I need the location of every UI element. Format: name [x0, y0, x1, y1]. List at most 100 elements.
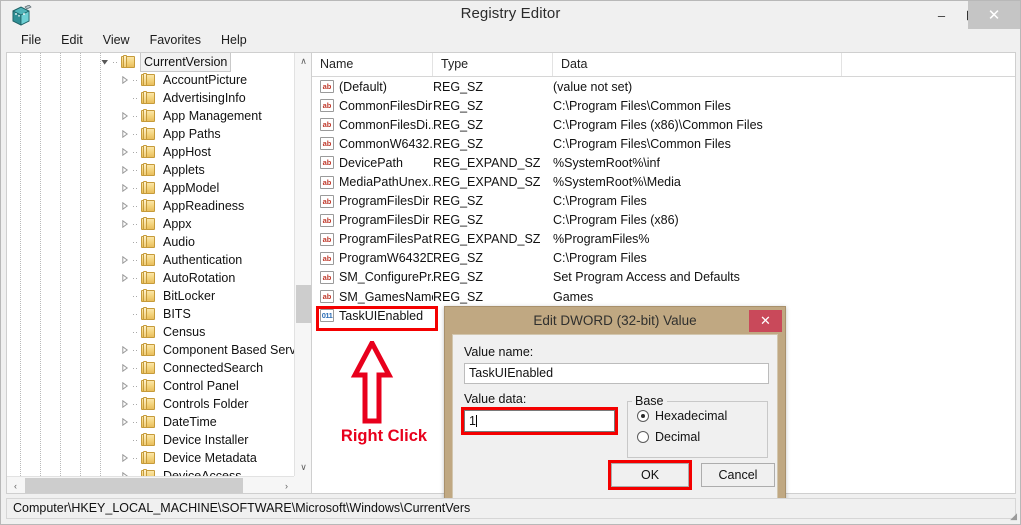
expander-collapsed-icon[interactable] [120, 377, 130, 395]
expander-collapsed-icon[interactable] [120, 125, 130, 143]
tree-item-control-panel[interactable]: ·· Control Panel [7, 377, 295, 395]
tree-scroll-thumb[interactable] [296, 285, 311, 323]
menu-favorites[interactable]: Favorites [140, 31, 211, 49]
folder-icon [140, 235, 157, 249]
expander-collapsed-icon[interactable] [120, 161, 130, 179]
table-row[interactable]: ab (Default) REG_SZ (value not set) [312, 77, 1015, 96]
table-row[interactable]: ab ProgramFilesDir ... REG_SZ C:\Program Fi… [312, 211, 1015, 230]
tree-hscroll-thumb[interactable] [25, 478, 243, 493]
expander-collapsed-icon[interactable] [120, 179, 130, 197]
tree-connector: ·· [132, 453, 138, 463]
resize-grip-icon[interactable]: ◢ [1005, 510, 1017, 522]
tree-item-connectedsearch[interactable]: ·· ConnectedSearch [7, 359, 295, 377]
expander-collapsed-icon[interactable] [120, 269, 130, 287]
folder-icon [140, 451, 157, 465]
tree-item-advertisinginfo[interactable]: ·· AdvertisingInfo [7, 89, 295, 107]
menu-view[interactable]: View [93, 31, 140, 49]
tree-item-device-metadata[interactable]: ·· Device Metadata [7, 449, 295, 467]
table-row[interactable]: ab ProgramW6432Dir REG_SZ C:\Program Files [312, 249, 1015, 268]
value-type: REG_SZ [433, 289, 484, 304]
tree-vertical-scrollbar[interactable]: ∧ ∨ [294, 53, 311, 476]
table-row[interactable]: ab SM_ConfigurePr... REG_SZ Set Program Acc… [312, 268, 1015, 287]
tree-item-label: Control Panel [163, 379, 239, 393]
column-header-name[interactable]: Name [312, 53, 433, 76]
tree-item-appx[interactable]: ·· Appx [7, 215, 295, 233]
registry-tree[interactable]: ·· CurrentVersion ·· AccountPicture ·· Advert… [7, 53, 295, 476]
tree-item-audio[interactable]: ·· Audio [7, 233, 295, 251]
menu-edit[interactable]: Edit [51, 31, 93, 49]
dialog-body: Value name: TaskUIEnabled Value data: 1 … [452, 334, 778, 504]
value-name: CommonFilesDi... [339, 117, 433, 132]
tree-connector: ·· [132, 183, 138, 193]
expander-collapsed-icon[interactable] [120, 359, 130, 377]
expander-collapsed-icon[interactable] [120, 467, 130, 476]
tree-connector: ·· [132, 111, 138, 121]
table-row[interactable]: ab DevicePath REG_EXPAND_SZ %SystemRoot%\in… [312, 153, 1015, 172]
dialog-close-button[interactable]: ✕ [749, 310, 782, 332]
menu-file[interactable]: File [11, 31, 51, 49]
tree-item-label: AutoRotation [163, 271, 236, 285]
tree-item-component-based-serv[interactable]: ·· Component Based Serv [7, 341, 295, 359]
value-data-input[interactable]: 1 [464, 410, 615, 432]
expander-collapsed-icon[interactable] [120, 395, 130, 413]
tree-item-census[interactable]: ·· Census [7, 323, 295, 341]
tree-item-deviceaccess[interactable]: ·· DeviceAccess [7, 467, 295, 476]
tree-horizontal-scrollbar[interactable]: ‹ › [7, 476, 295, 493]
ok-button[interactable]: OK [611, 463, 689, 487]
tree-item-app-paths[interactable]: ·· App Paths [7, 125, 295, 143]
scroll-down-icon[interactable]: ∨ [295, 459, 311, 476]
value-type: REG_SZ [433, 117, 484, 132]
scroll-right-icon[interactable]: › [278, 477, 295, 493]
expander-collapsed-icon[interactable] [120, 215, 130, 233]
tree-item-datetime[interactable]: ·· DateTime [7, 413, 295, 431]
folder-icon [140, 343, 157, 357]
expander-collapsed-icon[interactable] [120, 143, 130, 161]
expander-collapsed-icon[interactable] [120, 341, 130, 359]
tree-node-list: ·· CurrentVersion ·· AccountPicture ·· Advert… [7, 53, 295, 476]
expander-collapsed-icon[interactable] [120, 413, 130, 431]
tree-item-applets[interactable]: ·· Applets [7, 161, 295, 179]
tree-item-device-installer[interactable]: ·· Device Installer [7, 431, 295, 449]
menu-help[interactable]: Help [211, 31, 257, 49]
table-row[interactable]: ab ProgramFilesPath REG_EXPAND_SZ %ProgramF… [312, 230, 1015, 249]
folder-icon [120, 55, 137, 69]
expander-collapsed-icon[interactable] [120, 449, 130, 467]
table-row[interactable]: ab CommonW6432... REG_SZ C:\Program Files\C… [312, 134, 1015, 153]
table-row[interactable]: ab MediaPathUnex... REG_EXPAND_SZ %SystemRo… [312, 172, 1015, 191]
tree-item-appreadiness[interactable]: ·· AppReadiness [7, 197, 295, 215]
tree-item-controls-folder[interactable]: ·· Controls Folder [7, 395, 295, 413]
tree-item-authentication[interactable]: ·· Authentication [7, 251, 295, 269]
cancel-button[interactable]: Cancel [701, 463, 775, 487]
expander-collapsed-icon[interactable] [120, 251, 130, 269]
tree-item-accountpicture[interactable]: ·· AccountPicture [7, 71, 295, 89]
table-row[interactable]: ab SM_GamesName REG_SZ Games [312, 287, 1015, 306]
close-button[interactable]: ✕ [968, 1, 1020, 29]
tree-item-bits[interactable]: ·· BITS [7, 305, 295, 323]
value-name: CommonFilesDir [339, 98, 433, 113]
expander-collapsed-icon[interactable] [120, 71, 130, 89]
value-name-input[interactable]: TaskUIEnabled [464, 363, 769, 384]
scroll-up-icon[interactable]: ∧ [295, 53, 311, 70]
table-row[interactable]: ab CommonFilesDi... REG_SZ C:\Program Files… [312, 115, 1015, 134]
column-header-data[interactable]: Data [553, 53, 842, 76]
expander-none [120, 323, 130, 341]
expander-expanded-icon[interactable] [100, 53, 110, 71]
radio-hexadecimal[interactable]: Hexadecimal [637, 409, 727, 423]
radio-decimal[interactable]: Decimal [637, 430, 700, 444]
expander-collapsed-icon[interactable] [120, 197, 130, 215]
table-row[interactable]: ab ProgramFilesDir REG_SZ C:\Program Files [312, 192, 1015, 211]
tree-item-appmodel[interactable]: ·· AppModel [7, 179, 295, 197]
tree-item-bitlocker[interactable]: ·· BitLocker [7, 287, 295, 305]
value-name: (Default) [339, 79, 387, 94]
scroll-left-icon[interactable]: ‹ [7, 477, 24, 493]
tree-item-apphost[interactable]: ·· AppHost [7, 143, 295, 161]
column-header-blank [842, 53, 1015, 76]
tree-item-autorotation[interactable]: ·· AutoRotation [7, 269, 295, 287]
column-header-type[interactable]: Type [433, 53, 553, 76]
expander-collapsed-icon[interactable] [120, 107, 130, 125]
tree-item-currentversion[interactable]: ·· CurrentVersion [7, 53, 295, 72]
tree-item-app-management[interactable]: ·· App Management [7, 107, 295, 125]
minimize-button[interactable]: – [926, 1, 957, 29]
value-data: C:\Program Files [553, 251, 647, 266]
table-row[interactable]: ab CommonFilesDir REG_SZ C:\Program Files\C… [312, 96, 1015, 115]
